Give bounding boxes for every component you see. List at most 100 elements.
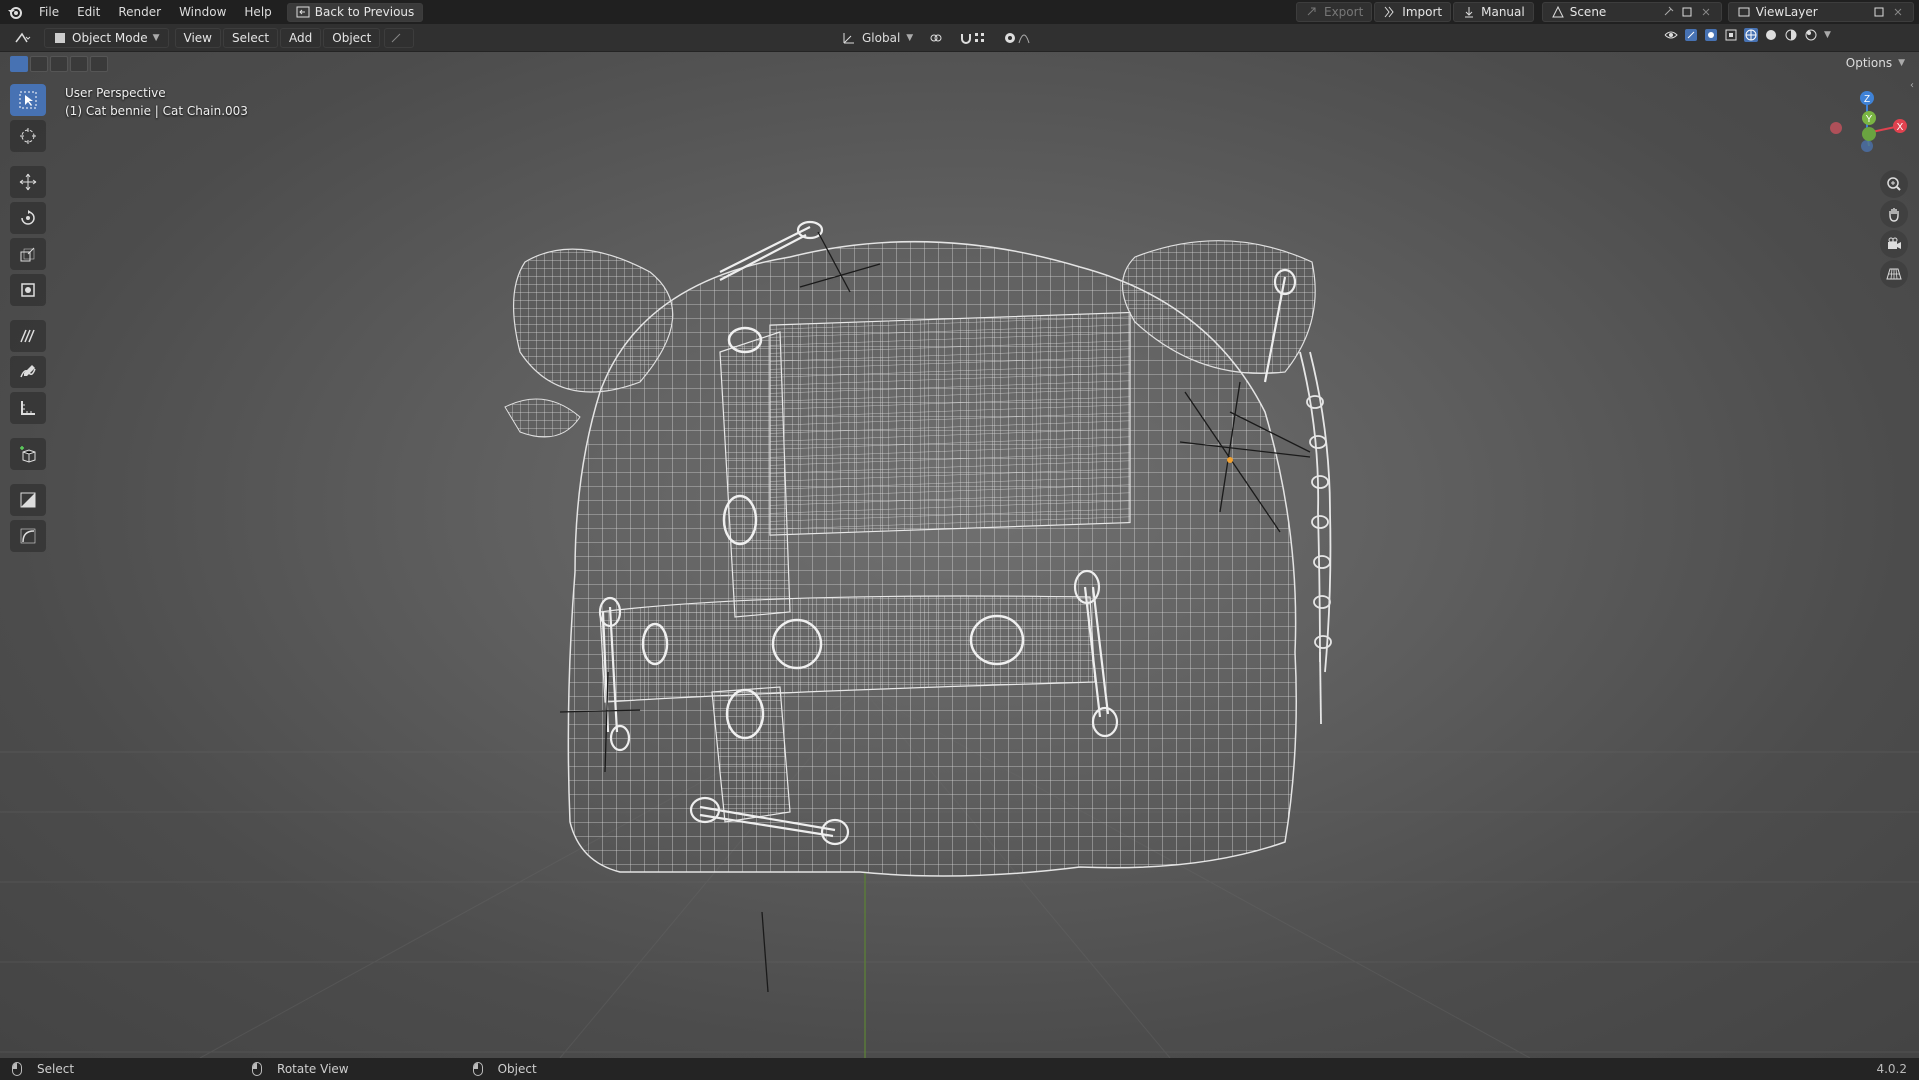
x-axis-label: X	[1897, 122, 1904, 133]
menu-file[interactable]: File	[30, 0, 68, 24]
camera-view-button[interactable]	[1880, 230, 1908, 258]
add-cube-tool[interactable]	[10, 438, 46, 470]
select-extend-icon[interactable]	[30, 56, 48, 72]
select-new-icon[interactable]	[10, 56, 28, 72]
collapse-sidebar-icon[interactable]: ‹	[1910, 80, 1914, 91]
close-icon[interactable]	[1891, 5, 1905, 19]
transform-tool[interactable]	[10, 274, 46, 306]
copy-icon[interactable]	[1872, 5, 1886, 19]
mode-label: Object Mode	[72, 30, 148, 45]
import-button[interactable]: Import	[1374, 2, 1452, 22]
status-rotate-hint: Rotate View	[252, 1062, 349, 1076]
pencil-icon	[20, 365, 36, 378]
pan-button[interactable]	[1880, 200, 1908, 228]
chevron-down-icon[interactable]: ▼	[1824, 30, 1831, 40]
move-tool[interactable]	[10, 166, 46, 198]
status-object-label: Object	[497, 1062, 537, 1076]
import-label: Import	[1402, 5, 1443, 19]
proportional-editing-toggle[interactable]	[997, 28, 1037, 48]
draw-tool[interactable]	[10, 356, 46, 388]
pin-icon[interactable]	[1661, 5, 1675, 19]
3d-cursor-icon	[20, 128, 36, 144]
grid-perspective-icon	[1886, 268, 1902, 280]
measure-tool[interactable]	[10, 392, 46, 424]
close-icon[interactable]	[1699, 5, 1713, 19]
header-menu-object[interactable]: Object	[323, 27, 381, 48]
view-layer-selector[interactable]: ViewLayer	[1727, 2, 1914, 22]
shear-icon	[20, 492, 36, 508]
gizmo-icon	[392, 33, 401, 42]
back-arrow-icon	[296, 6, 310, 18]
select-intersect-icon[interactable]	[90, 56, 108, 72]
chevron-down-icon: ▼	[152, 32, 160, 43]
material-shading-icon[interactable]	[1784, 28, 1798, 42]
visibility-icon[interactable]	[1664, 28, 1678, 42]
copy-icon[interactable]	[1680, 5, 1694, 19]
solid-shading-icon[interactable]	[1764, 28, 1778, 42]
hand-icon	[1889, 208, 1899, 222]
neg-z-axis-handle[interactable]	[1861, 140, 1873, 152]
blender-logo-icon[interactable]	[0, 4, 30, 20]
perspective-toggle-button[interactable]	[1880, 260, 1908, 288]
manual-label: Manual	[1481, 5, 1525, 19]
mode-selector[interactable]: Object Mode ▼	[44, 27, 169, 48]
object-mode-icon	[55, 32, 65, 43]
navigation-gizmo[interactable]: Z X Y	[1822, 88, 1912, 178]
y-axis-label: Y	[1866, 114, 1873, 125]
top-menu-bar: File Edit Render Window Help Back to Pre…	[0, 0, 1919, 24]
scene-selector[interactable]: Scene	[1541, 2, 1722, 22]
shear-tool[interactable]	[10, 484, 46, 516]
snap-toggle[interactable]	[953, 28, 993, 48]
wireframe-shading-icon[interactable]	[1744, 28, 1758, 42]
select-invert-icon[interactable]	[70, 56, 88, 72]
select-subtract-icon[interactable]	[50, 56, 68, 72]
select-box-tool[interactable]	[10, 84, 46, 116]
zoom-icon	[1887, 177, 1901, 191]
3d-viewport[interactable]: User Perspective (1) Cat bennie | Cat Ch…	[0, 52, 1919, 1058]
menu-edit[interactable]: Edit	[68, 0, 109, 24]
add-cube-icon	[20, 446, 36, 463]
header-menu-add[interactable]: Add	[280, 27, 322, 48]
object-gizmo-dropdown[interactable]	[384, 27, 415, 48]
header-menu-view[interactable]: View	[174, 27, 221, 48]
menu-window[interactable]: Window	[170, 0, 235, 24]
menu-help[interactable]: Help	[235, 0, 280, 24]
download-icon	[1465, 7, 1474, 18]
editor-type-selector[interactable]	[0, 30, 44, 46]
transform-orientation-selector[interactable]: Global ▼	[836, 28, 919, 48]
neg-x-axis-handle[interactable]	[1830, 122, 1842, 134]
annotate-tool[interactable]	[10, 320, 46, 352]
mouse-right-icon	[472, 1062, 483, 1076]
rotate-tool[interactable]	[10, 202, 46, 234]
gizmo-toggle-icon[interactable]	[1684, 28, 1698, 42]
back-to-previous-button[interactable]: Back to Previous	[286, 2, 424, 22]
active-object-origin	[1227, 457, 1233, 463]
header-menu-select[interactable]: Select	[223, 27, 279, 48]
pivot-point-selector[interactable]	[923, 28, 949, 48]
export-label: Export	[1324, 5, 1364, 19]
mouse-left-icon	[12, 1062, 22, 1076]
chain	[1299, 351, 1332, 725]
rendered-shading-icon[interactable]	[1804, 28, 1818, 42]
manual-button[interactable]: Manual	[1453, 2, 1534, 22]
back-to-previous-label: Back to Previous	[314, 5, 415, 19]
camera-icon	[1888, 237, 1901, 249]
options-label: Options	[1845, 56, 1893, 70]
viewport-canvas	[0, 220, 1919, 1058]
xray-toggle-icon[interactable]	[1724, 28, 1738, 42]
export-icon	[1307, 7, 1316, 16]
view-layer-icon	[1738, 7, 1750, 17]
grid-snap-icon	[975, 33, 985, 42]
scale-tool[interactable]	[10, 238, 46, 270]
shrink-fatten-tool[interactable]	[10, 520, 46, 552]
orientation-icon	[843, 33, 854, 44]
overlay-toggle-icon[interactable]	[1704, 28, 1718, 42]
zoom-button[interactable]	[1880, 170, 1908, 198]
neg-y-axis-handle[interactable]	[1862, 127, 1876, 141]
export-button[interactable]: Export	[1296, 2, 1373, 22]
cursor-tool[interactable]	[10, 120, 46, 152]
menu-render[interactable]: Render	[109, 0, 170, 24]
options-dropdown[interactable]: Options ▼	[1846, 56, 1905, 70]
beanie-wireframe-model[interactable]	[504, 220, 1332, 877]
status-bar: Select Rotate View Object 4.0.2	[0, 1058, 1919, 1080]
